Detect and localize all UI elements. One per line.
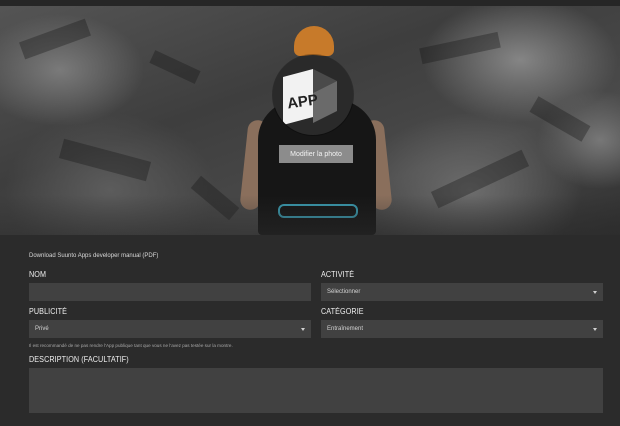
name-input[interactable] xyxy=(29,283,311,301)
app-logo-graphic: APP xyxy=(283,69,337,125)
chevron-down-icon xyxy=(301,328,305,331)
activity-select-value: Sélectionner xyxy=(327,289,361,295)
description-textarea[interactable] xyxy=(29,368,603,413)
rock-shadow xyxy=(149,50,201,84)
rock-shadow xyxy=(58,138,152,182)
rock-shadow xyxy=(529,96,591,142)
climber-helmet xyxy=(294,26,334,56)
publicity-label: PUBLICITÉ xyxy=(29,307,68,316)
name-label: NOM xyxy=(29,270,47,279)
modify-photo-button[interactable]: Modifier la photo xyxy=(279,145,353,163)
top-bar xyxy=(0,0,620,6)
publicity-hint: Il est recommandé de ne pas rendre l'App… xyxy=(29,343,233,348)
publicity-select-value: Privé xyxy=(35,326,49,332)
chevron-down-icon xyxy=(593,291,597,294)
developer-manual-link[interactable]: Download Suunto Apps developer manual (P… xyxy=(29,253,158,259)
rock-shadow xyxy=(419,31,501,65)
rock-shadow xyxy=(19,18,91,60)
publicity-select[interactable]: Privé xyxy=(29,320,311,338)
category-label: CATÉGORIE xyxy=(321,307,364,316)
category-select-value: Entraînement xyxy=(327,326,364,332)
description-label: DESCRIPTION (FACULTATIF) xyxy=(29,355,129,364)
category-select[interactable]: Entraînement xyxy=(321,320,603,338)
activity-select[interactable]: Sélectionner xyxy=(321,283,603,301)
chevron-down-icon xyxy=(593,328,597,331)
app-logo-icon[interactable]: APP xyxy=(273,55,353,135)
hero-fade xyxy=(0,195,620,235)
activity-label: ACTIVITÉ xyxy=(321,270,355,279)
